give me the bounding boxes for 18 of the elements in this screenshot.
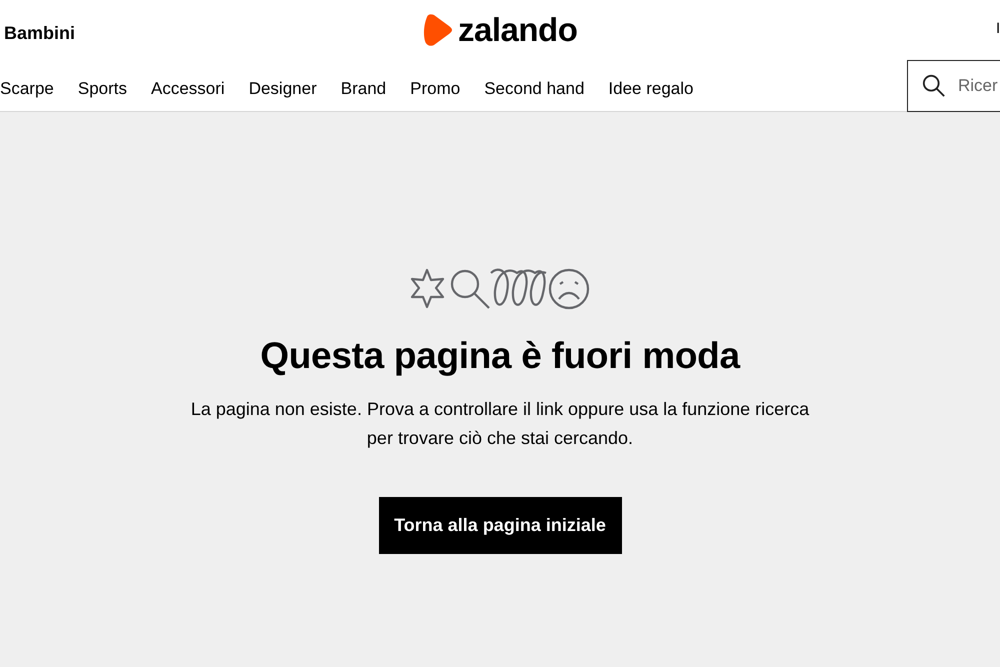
search-field[interactable]: Ricer (958, 76, 1000, 96)
home-button[interactable]: Torna alla pagina iniziale (378, 497, 622, 554)
nav-link[interactable]: Idee regalo (608, 79, 694, 99)
nav-link[interactable]: Promo (410, 79, 460, 99)
logo[interactable]: zalando (423, 13, 578, 47)
language-link[interactable]: I (996, 20, 1000, 37)
nav-link[interactable]: Scarpe (0, 79, 54, 99)
logo-icon (423, 14, 453, 46)
error-title: Questa pagina è fuori moda (260, 335, 740, 377)
logo-text: zalando (458, 13, 578, 47)
nav-link[interactable]: Sports (78, 79, 128, 99)
nav-link[interactable]: Brand (340, 79, 386, 99)
nav-link[interactable]: Second hand (484, 79, 584, 99)
search-icon (922, 73, 946, 99)
nav-link[interactable]: Accessori (151, 79, 225, 99)
nav-link[interactable]: Designer (248, 79, 317, 99)
error-message: La pagina non esiste. Prova a controllare il link oppure usa la funzione ricerca per trovare ciò che stai cercando. (190, 398, 810, 450)
category-link[interactable]: Bambini (4, 22, 76, 44)
